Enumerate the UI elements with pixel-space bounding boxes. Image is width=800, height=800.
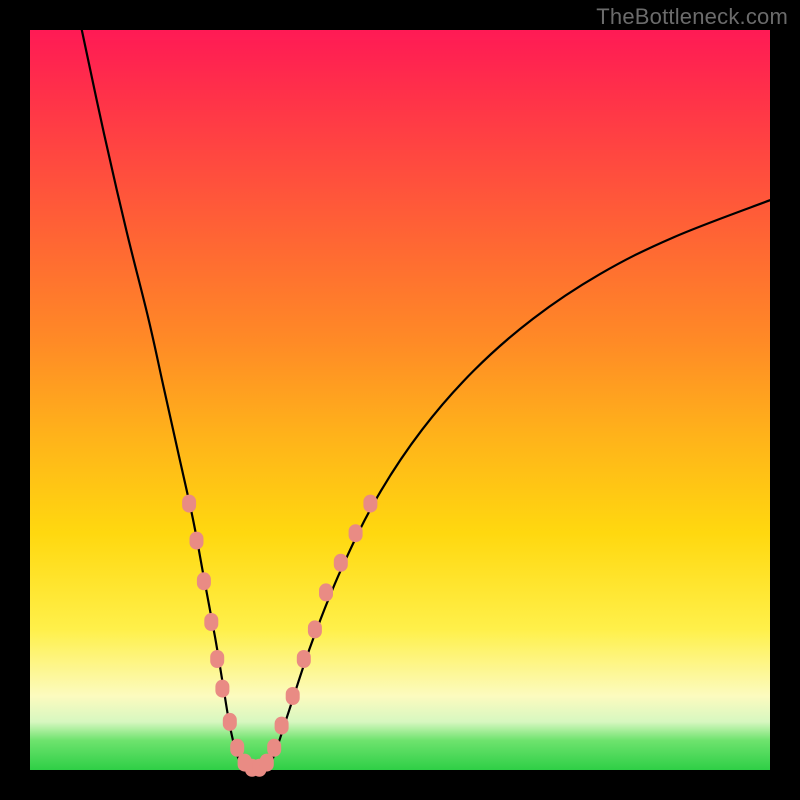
marker-dot [308,620,322,638]
marker-dot [286,687,300,705]
marker-dot [190,532,204,550]
marker-dot [297,650,311,668]
plot-area [30,30,770,770]
marker-dot [210,650,224,668]
marker-dot [349,524,363,542]
data-markers [182,495,377,777]
watermark-text: TheBottleneck.com [596,4,788,30]
marker-dot [204,613,218,631]
marker-dot [267,739,281,757]
marker-dot [197,572,211,590]
marker-dot [363,495,377,513]
marker-dot [275,717,289,735]
curve-layer [30,30,770,770]
marker-dot [319,583,333,601]
marker-dot [334,554,348,572]
v-curve-path [82,30,770,771]
chart-frame: TheBottleneck.com [0,0,800,800]
marker-dot [215,680,229,698]
marker-dot [223,713,237,731]
marker-dot [182,495,196,513]
bottleneck-curve [82,30,770,771]
